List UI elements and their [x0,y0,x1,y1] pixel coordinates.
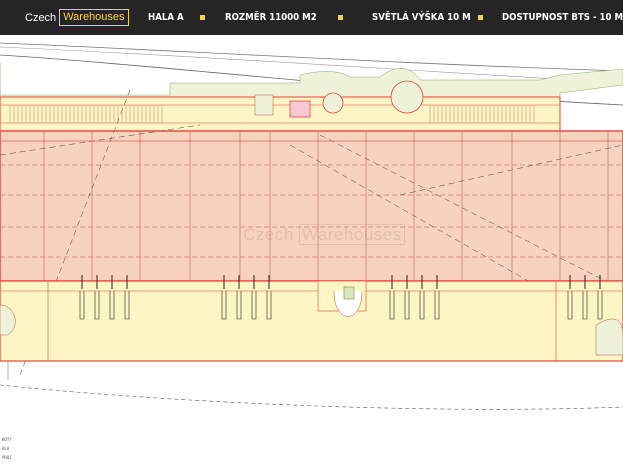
brand-word-warehouses: Warehouses [59,9,129,26]
watermark-word-warehouses: Warehouses [298,224,405,245]
legend-line: ALA [2,446,10,451]
brand-word-czech: Czech [25,11,57,24]
site-boundary [0,384,623,410]
gatehouse [289,100,311,118]
info-hall: HALA A [147,12,184,23]
separator-bullet [477,15,483,20]
brand-logo[interactable]: Czech Warehouses [25,9,129,26]
watermark-logo: Czech Warehouses [243,224,405,245]
watermark-word-czech: Czech [243,225,294,244]
entrance-roundabout [390,80,424,114]
loading-yard [0,280,623,362]
main-hall [0,130,623,282]
separator-bullet [337,15,343,20]
top-bar: Czech Warehouses HALA A ROZMĚR 11000 M2 … [0,0,623,35]
info-size: ROZMĚR 11000 M2 [224,12,317,23]
separator-bullet [199,15,205,20]
floor-plan: Czech Warehouses KOTY ALA PROJ [0,35,623,468]
drawing-legend: KOTY ALA PROJ [2,435,12,462]
legend-line: PROJ [2,455,12,460]
property-info-bar: HALA A ROZMĚR 11000 M2 SVĚTLÁ VÝŠKA 10 M… [148,12,623,23]
info-clear-height: SVĚTLÁ VÝŠKA 10 M [371,12,471,23]
road-edge [0,42,623,72]
floor-plan-drawing [0,42,623,410]
info-availability: DOSTUPNOST BTS - 10 MĚSÍCŮ [501,12,623,23]
legend-line: KOTY [2,437,12,442]
parking-strip [0,96,561,132]
